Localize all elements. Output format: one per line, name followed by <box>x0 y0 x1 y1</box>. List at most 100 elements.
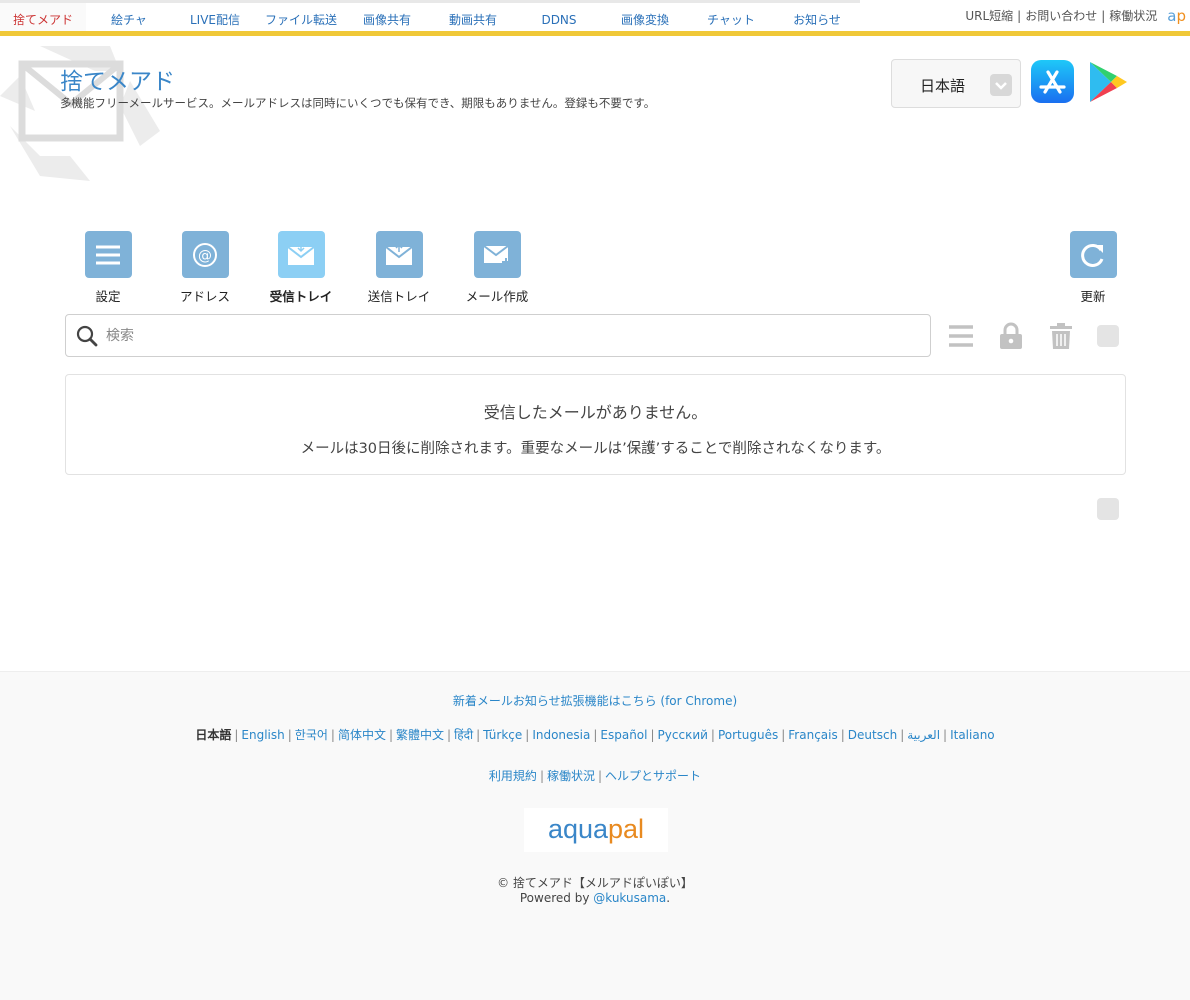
language-link[interactable]: 한국어 <box>295 728 328 742</box>
settings-label: 設定 <box>95 289 121 304</box>
aquapal-logo-part2: pal <box>608 814 645 844</box>
tab-ddns[interactable]: DDNS <box>516 0 602 31</box>
tab-news[interactable]: お知らせ <box>774 0 860 31</box>
lock-icon[interactable] <box>998 322 1024 350</box>
language-link[interactable]: 繁體中文 <box>396 728 444 742</box>
separator: | <box>593 728 598 742</box>
language-link[interactable]: العربية <box>907 728 940 742</box>
empty-message-title: 受信したメールがありません。 <box>483 403 708 422</box>
inbox-button[interactable]: 受信トレイ <box>256 231 346 305</box>
tab-sutemeado[interactable]: 捨てメアド <box>0 0 86 31</box>
link-url-shortener[interactable]: URL短縮 <box>965 7 1013 24</box>
app-store-icon[interactable] <box>1031 60 1074 103</box>
terms-link[interactable]: 利用規約 <box>489 769 537 783</box>
separator: | <box>330 728 335 742</box>
status-link[interactable]: 稼働状況 <box>547 769 595 783</box>
outbox-button[interactable]: 送信トレイ <box>354 231 444 305</box>
select-all-checkbox[interactable] <box>1097 325 1119 347</box>
author-link[interactable]: @kukusama <box>593 891 666 905</box>
address-button[interactable]: @ アドレス <box>160 231 250 305</box>
search-icon <box>76 325 98 347</box>
separator: | <box>476 728 481 742</box>
search-input[interactable] <box>106 321 906 351</box>
powered-by-prefix: Powered by <box>519 891 594 905</box>
link-contact[interactable]: お問い合わせ <box>1025 7 1097 24</box>
outbox-mail-icon <box>375 231 423 278</box>
outbox-label: 送信トレイ <box>367 289 431 304</box>
tab-live[interactable]: LIVE配信 <box>172 0 258 31</box>
separator: | <box>525 728 530 742</box>
page-subtitle: 多機能フリーメールサービス。メールアドレスは同時にいくつでも保有でき、期限もあり… <box>60 96 656 110</box>
language-link[interactable]: Deutsch <box>848 728 897 742</box>
trash-icon[interactable] <box>1048 322 1074 350</box>
language-link[interactable]: Türkçe <box>483 728 522 742</box>
brand-p: p <box>1176 6 1186 25</box>
settings-button[interactable]: 設定 <box>63 231 153 305</box>
compose-label: メール作成 <box>465 289 529 304</box>
language-link[interactable]: 简体中文 <box>338 728 386 742</box>
separator: | <box>388 728 394 742</box>
separator: | <box>781 728 786 742</box>
link-status[interactable]: 稼働状況 <box>1109 7 1157 24</box>
inbox-mail-icon <box>277 231 325 278</box>
compose-mail-icon <box>473 231 521 278</box>
powered-by-suffix: . <box>666 891 671 905</box>
svg-text:@: @ <box>198 248 212 264</box>
aquapal-brand-icon[interactable]: ap <box>1167 7 1186 25</box>
refresh-button[interactable]: 更新 <box>1048 231 1138 305</box>
inbox-label: 受信トレイ <box>269 289 333 304</box>
separator: | <box>1101 8 1106 23</box>
separator: | <box>840 728 845 742</box>
language-link[interactable]: Italiano <box>950 728 995 742</box>
address-label: アドレス <box>179 289 230 304</box>
tab-image-convert[interactable]: 画像変換 <box>602 0 688 31</box>
top-nav: 捨てメアド 絵チャ LIVE配信 ファイル転送 画像共有 動画共有 DDNS 画… <box>0 0 1190 36</box>
language-link[interactable]: Français <box>788 728 837 742</box>
separator: | <box>598 769 603 783</box>
tab-echa[interactable]: 絵チャ <box>86 0 172 31</box>
recycle-mail-logo-icon <box>0 46 160 181</box>
list-menu-icon[interactable] <box>948 322 974 350</box>
language-link[interactable]: Português <box>718 728 778 742</box>
language-select[interactable]: 日本語 <box>891 59 1021 108</box>
select-all-checkbox-bottom[interactable] <box>1097 498 1119 520</box>
separator: | <box>900 728 905 742</box>
tab-image-share[interactable]: 画像共有 <box>344 0 430 31</box>
tab-file-transfer[interactable]: ファイル転送 <box>258 0 344 31</box>
top-right-links: URL短縮 | お問い合わせ | 稼働状況 ap <box>965 0 1190 31</box>
chevron-down-icon <box>990 74 1012 96</box>
aquapal-logo-part1: aqua <box>547 814 609 844</box>
empty-inbox-message: 受信したメールがありません。 メールは30日後に削除されます。重要なメールは’保… <box>65 374 1126 475</box>
footer: 新着メールお知らせ拡張機能はこちら (for Chrome) 日本語 | Engli… <box>0 671 1190 1000</box>
empty-message-note: メールは30日後に削除されます。重要なメールは’保護’することで削除されなくなり… <box>300 441 891 457</box>
separator: | <box>539 769 544 783</box>
powered-by: Powered by @kukusama. <box>0 891 1190 905</box>
chrome-extension-link[interactable]: 新着メールお知らせ拡張機能はこちら (for Chrome) <box>0 692 1190 709</box>
language-link[interactable]: Русский <box>658 728 708 742</box>
aquapal-logo[interactable]: aquapal <box>524 808 668 852</box>
language-link[interactable]: Indonesia <box>532 728 590 742</box>
search-box <box>65 314 931 357</box>
separator: | <box>447 728 452 742</box>
footer-language-links: 日本語 | English | 한국어 | 简体中文 | 繁體中文 | हिंदी | Türkçe | I… <box>0 726 1190 743</box>
language-link[interactable]: हिंदी <box>454 728 473 742</box>
compose-button[interactable]: メール作成 <box>452 231 542 305</box>
separator: | <box>943 728 948 742</box>
language-link[interactable]: Español <box>600 728 647 742</box>
tab-chat[interactable]: チャット <box>688 0 774 31</box>
page-title: 捨てメアド <box>60 69 175 95</box>
separator: | <box>234 728 239 742</box>
refresh-label: 更新 <box>1080 289 1106 304</box>
language-current: 日本語 <box>195 728 232 742</box>
at-sign-icon: @ <box>181 231 229 278</box>
language-link[interactable]: English <box>241 728 284 742</box>
footer-links: 利用規約 | 稼働状況 | ヘルプとサポート <box>0 767 1190 784</box>
google-play-icon[interactable] <box>1087 60 1129 104</box>
separator: | <box>1017 8 1022 23</box>
help-link[interactable]: ヘルプとサポート <box>605 769 701 783</box>
menu-icon <box>84 231 132 278</box>
separator: | <box>710 728 715 742</box>
copyright: © 捨てメアド【メルアドぽいぽい】 <box>497 876 693 890</box>
language-select-value: 日本語 <box>920 77 966 95</box>
tab-video-share[interactable]: 動画共有 <box>430 0 516 31</box>
